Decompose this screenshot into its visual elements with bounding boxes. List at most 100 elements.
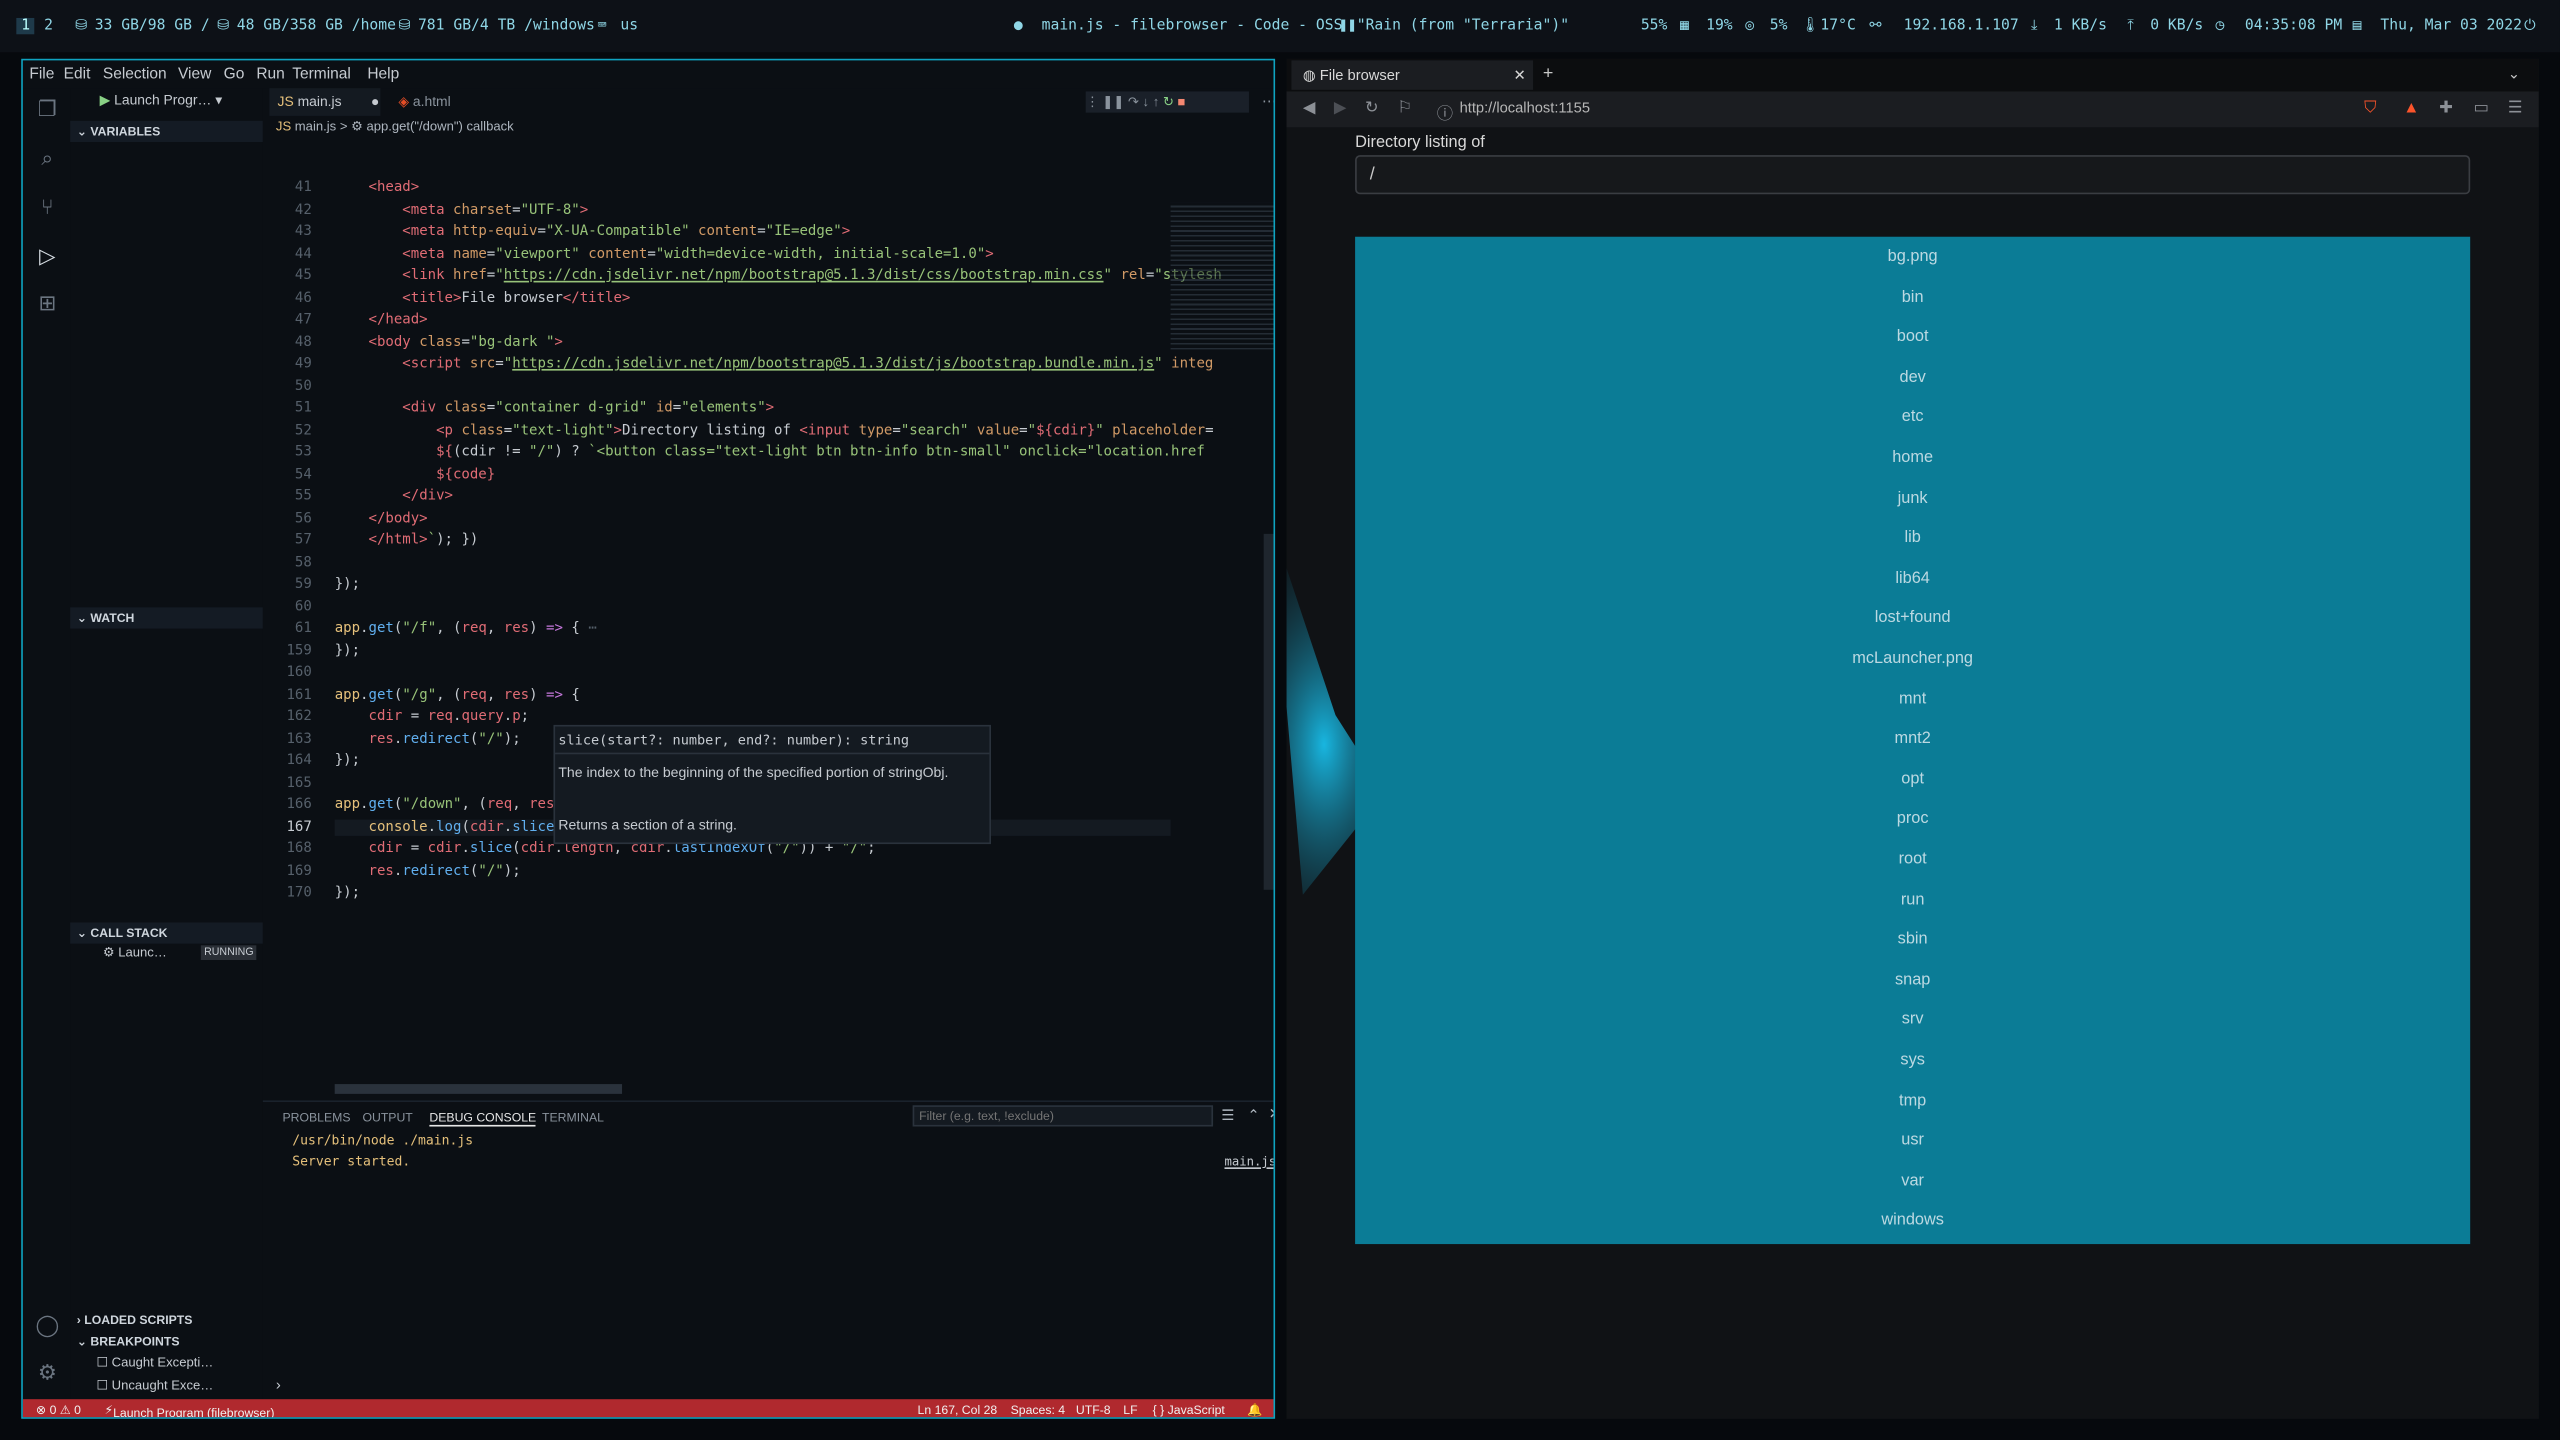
search-icon[interactable]: ⌕ — [34, 145, 60, 171]
vertical-scrollbar[interactable] — [1263, 533, 1274, 890]
tab-problems[interactable]: PROBLEMS — [282, 1110, 350, 1125]
close-icon[interactable]: ✕ — [1269, 1105, 1274, 1123]
file-entry-button[interactable]: sys — [1355, 1042, 2470, 1081]
horizontal-scrollbar[interactable] — [334, 1084, 623, 1094]
play-icon[interactable]: ▶ — [100, 91, 115, 107]
menu-terminal[interactable]: Terminal — [292, 65, 351, 83]
menu-edit[interactable]: Edit — [64, 65, 91, 83]
file-entry-button[interactable]: srv — [1355, 1001, 2470, 1040]
file-entry-button[interactable]: home — [1355, 439, 2470, 478]
run-config-select[interactable]: ▶ Launch Progr… ▾ — [100, 91, 223, 109]
file-entry-button[interactable]: run — [1355, 881, 2470, 920]
file-entry-button[interactable]: mcLauncher.png — [1355, 640, 2470, 679]
tab-terminal[interactable]: TERMINAL — [542, 1110, 604, 1125]
problems-status[interactable]: ⊗ 0 ⚠ 0 — [36, 1402, 81, 1417]
file-entry-button[interactable]: lib64 — [1355, 560, 2470, 599]
back-icon[interactable]: ◀ — [1303, 100, 1316, 118]
file-entry-button[interactable]: sbin — [1355, 921, 2470, 960]
more-actions-icon[interactable]: ⋯ — [1262, 93, 1273, 111]
file-entry-button[interactable]: opt — [1355, 760, 2470, 799]
run-debug-icon[interactable]: ▷ — [34, 243, 60, 269]
console-source-link[interactable]: main.js:9 — [1224, 1154, 1273, 1169]
source-control-icon[interactable]: ⑂ — [34, 194, 60, 220]
step-into-icon[interactable]: ↓ — [1143, 95, 1153, 110]
info-icon[interactable]: ⓘ — [1437, 100, 1453, 124]
url-bar[interactable]: http://localhost:1155 — [1460, 100, 1590, 116]
language-mode[interactable]: { } JavaScript — [1153, 1402, 1225, 1417]
step-out-icon[interactable]: ↑ — [1153, 95, 1163, 110]
tab-main-js[interactable]: JS main.js ● — [269, 88, 381, 116]
file-entry-button[interactable]: mnt — [1355, 680, 2470, 719]
file-entry-button[interactable]: windows — [1355, 1202, 2470, 1241]
file-entry-button[interactable]: snap — [1355, 961, 2470, 1000]
file-entry-button[interactable]: lost+found — [1355, 600, 2470, 639]
workspace-1-button[interactable]: 1 — [16, 17, 35, 35]
wallet-icon[interactable]: ▭ — [2473, 100, 2488, 118]
new-tab-icon[interactable]: + — [1543, 64, 1554, 84]
eol[interactable]: LF — [1123, 1402, 1137, 1417]
explorer-icon[interactable]: ❐ — [34, 96, 60, 122]
tab-debug-console[interactable]: DEBUG CONSOLE — [429, 1110, 537, 1127]
file-entry-button[interactable]: boot — [1355, 319, 2470, 358]
menu-icon[interactable]: ☰ — [2508, 100, 2523, 118]
restart-icon[interactable]: ↻ — [1163, 95, 1178, 110]
browser-tab[interactable]: ◍ File browser ✕ — [1291, 60, 1534, 90]
pause-icon[interactable]: ❚❚ — [1339, 18, 1357, 34]
file-entry-button[interactable]: bg.png — [1355, 238, 2470, 277]
bell-icon[interactable]: 🔔 — [1247, 1402, 1262, 1417]
extensions-icon[interactable]: ✚ — [2439, 100, 2453, 118]
menu-help[interactable]: Help — [367, 65, 399, 83]
file-entry-button[interactable]: proc — [1355, 801, 2470, 840]
chevron-down-icon[interactable]: ⌄ — [2508, 65, 2520, 83]
call-stack-section[interactable]: ⌄ CALL STACK — [70, 922, 263, 944]
bookmark-icon[interactable]: ⚐ — [1398, 100, 1413, 118]
menu-go[interactable]: Go — [224, 65, 245, 83]
file-entry-button[interactable]: lib — [1355, 519, 2470, 558]
menu-run[interactable]: Run — [256, 65, 284, 83]
menu-view[interactable]: View — [178, 65, 211, 83]
extensions-icon[interactable]: ⊞ — [34, 291, 60, 317]
file-entry-button[interactable]: mnt2 — [1355, 720, 2470, 759]
stop-icon[interactable]: ■ — [1177, 95, 1185, 110]
brave-shield-icon[interactable]: ⛉ — [2364, 100, 2376, 118]
loaded-scripts-section[interactable]: › LOADED SCRIPTS — [70, 1309, 263, 1330]
call-stack-item[interactable]: ⚙ Launc… — [103, 945, 167, 960]
power-icon[interactable]: ⏻ — [2524, 18, 2536, 34]
file-entry-button[interactable]: usr — [1355, 1122, 2470, 1161]
drag-handle-icon[interactable]: ⋮ — [1086, 95, 1103, 110]
file-entry-button[interactable]: etc — [1355, 399, 2470, 438]
filter-input[interactable] — [912, 1105, 1214, 1127]
file-entry-button[interactable]: dev — [1355, 359, 2470, 398]
file-entry-button[interactable]: var — [1355, 1162, 2470, 1201]
watch-section[interactable]: ⌄ WATCH — [70, 607, 263, 629]
reload-icon[interactable]: ↻ — [1365, 100, 1379, 118]
variables-section[interactable]: ⌄ VARIABLES — [70, 120, 263, 143]
indentation[interactable]: Spaces: 4 — [1011, 1402, 1065, 1417]
tab-output[interactable]: OUTPUT — [362, 1110, 412, 1125]
workspace-2-button[interactable]: 2 — [39, 18, 58, 34]
tab-a-html[interactable]: ◈ a.html — [390, 88, 488, 116]
rewards-icon[interactable]: ▲ — [2403, 100, 2419, 118]
launch-status[interactable]: ⚡ Launch Program (filebrowser) — [104, 1402, 274, 1417]
breakpoints-section[interactable]: ⌄ BREAKPOINTS — [70, 1331, 263, 1352]
account-icon[interactable]: ◯ — [34, 1313, 60, 1339]
forward-icon[interactable]: ▶ — [1334, 100, 1347, 118]
file-entry-button[interactable]: junk — [1355, 479, 2470, 518]
caught-exceptions-checkbox[interactable]: ☐ Caught Excepti… — [96, 1355, 213, 1370]
menu-selection[interactable]: Selection — [103, 65, 167, 83]
clear-console-icon[interactable]: ☰ — [1221, 1107, 1234, 1125]
uncaught-exceptions-checkbox[interactable]: ☐ Uncaught Exce… — [96, 1378, 213, 1393]
directory-search-input[interactable] — [1355, 155, 2471, 195]
step-over-icon[interactable]: ↷ — [1128, 95, 1143, 110]
file-entry-button[interactable]: root — [1355, 841, 2470, 880]
encoding[interactable]: UTF-8 — [1076, 1402, 1111, 1417]
file-entry-button[interactable]: bin — [1355, 279, 2470, 318]
close-tab-icon[interactable]: ✕ — [1513, 60, 1525, 89]
minimap[interactable] — [1170, 202, 1274, 350]
gear-icon[interactable]: ⚙ — [34, 1360, 60, 1386]
pause-icon[interactable]: ❚❚ — [1102, 95, 1128, 110]
file-entry-button[interactable]: tmp — [1355, 1082, 2470, 1121]
chevron-up-icon[interactable]: ⌃ — [1247, 1107, 1259, 1125]
cursor-position[interactable]: Ln 167, Col 28 — [918, 1402, 998, 1417]
menu-file[interactable]: File — [29, 65, 54, 83]
